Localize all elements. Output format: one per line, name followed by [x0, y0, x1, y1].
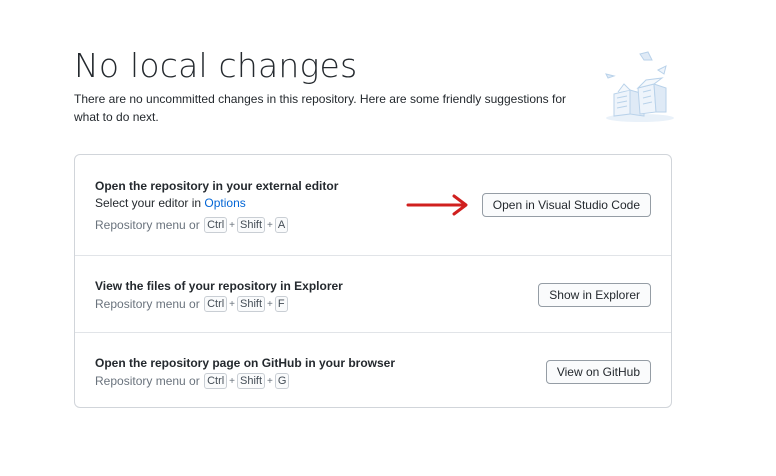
open-in-vscode-button[interactable]: Open in Visual Studio Code: [481, 193, 651, 217]
options-link[interactable]: Options: [204, 196, 245, 210]
show-in-explorer-button[interactable]: Show in Explorer: [538, 283, 651, 307]
plus-sign: +: [229, 375, 236, 387]
key-ctrl: Ctrl: [204, 373, 228, 389]
suggestion-title: Open the repository in your external edi…: [95, 179, 339, 193]
suggestion-show-explorer: View the files of your repository in Exp…: [75, 255, 671, 332]
suggestion-view-github: Open the repository page on GitHub in yo…: [75, 332, 671, 408]
key-ctrl: Ctrl: [204, 217, 228, 233]
key-ctrl: Ctrl: [204, 296, 228, 312]
shortcut-prefix: Repository menu or: [95, 297, 200, 311]
key-shift: Shift: [237, 373, 266, 389]
suggestion-open-editor: Open the repository in your external edi…: [75, 155, 671, 255]
key-a: A: [274, 217, 289, 233]
plus-sign: +: [267, 375, 273, 387]
description-text: Select your editor in: [95, 196, 205, 210]
shortcut-prefix: Repository menu or: [95, 218, 200, 232]
key-f: F: [274, 296, 288, 312]
key-shift: Shift: [237, 296, 266, 312]
red-arrow-icon: [406, 194, 468, 216]
boxes-illustration-icon: [605, 51, 674, 122]
key-g: G: [274, 373, 290, 389]
page-title: No local changes: [74, 46, 358, 85]
view-on-github-button[interactable]: View on GitHub: [545, 360, 651, 384]
plus-sign: +: [229, 298, 236, 310]
suggestion-title: Open the repository page on GitHub in yo…: [95, 356, 396, 370]
plus-sign: +: [229, 219, 236, 231]
shortcut-prefix: Repository menu or: [95, 374, 200, 388]
page-subtitle: There are no uncommitted changes in this…: [74, 92, 567, 124]
key-shift: Shift: [237, 217, 266, 233]
shortcut-hint: Repository menu or Ctrl + Shift + G: [95, 373, 290, 389]
suggestion-description: Select your editor in Options: [95, 196, 246, 210]
suggestion-title: View the files of your repository in Exp…: [95, 279, 343, 293]
plus-sign: +: [267, 219, 273, 231]
suggestions-card: Open the repository in your external edi…: [74, 154, 672, 408]
plus-sign: +: [267, 298, 273, 310]
shortcut-hint: Repository menu or Ctrl + Shift + F: [95, 296, 289, 312]
shortcut-hint: Repository menu or Ctrl + Shift + A: [95, 217, 289, 233]
